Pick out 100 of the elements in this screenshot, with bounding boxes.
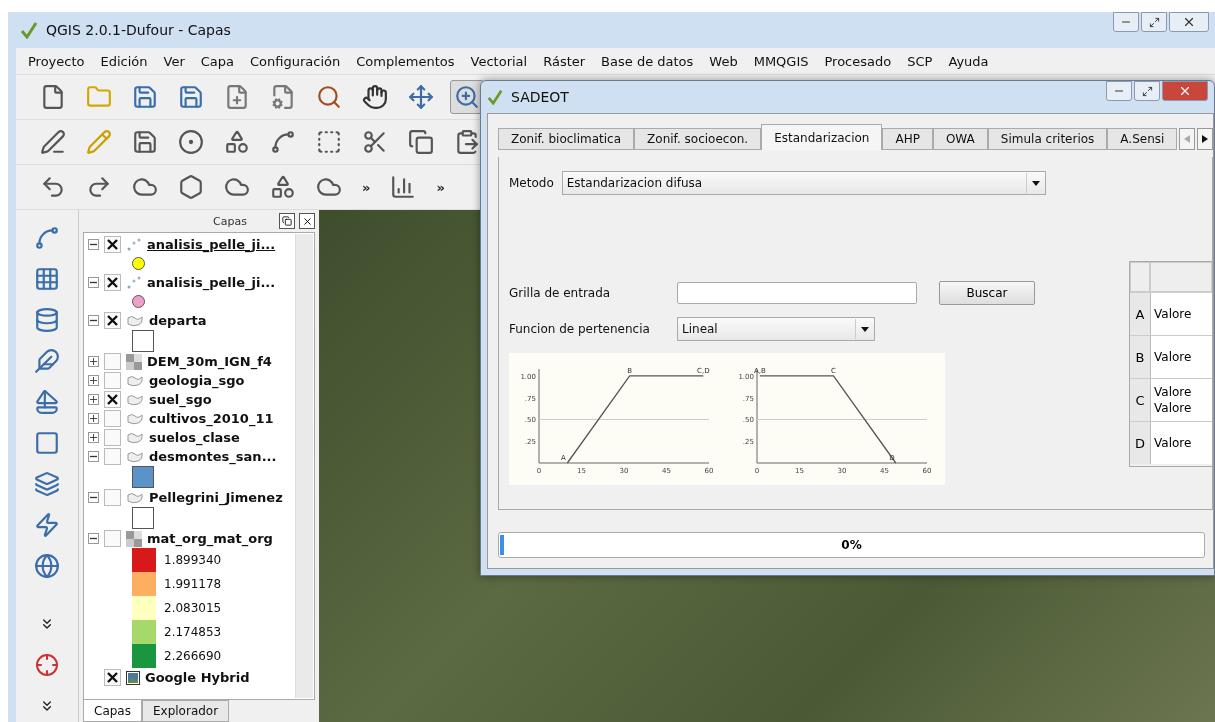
layer-name[interactable]: suel_sgo bbox=[149, 392, 212, 407]
collapse-toggle[interactable] bbox=[88, 239, 99, 250]
layer-name[interactable]: mat_org_mat_org bbox=[147, 531, 273, 546]
layer-name[interactable]: cultivos_2010_11 bbox=[149, 411, 274, 426]
collapse-toggle[interactable] bbox=[88, 492, 99, 503]
expand-toggle[interactable] bbox=[88, 413, 99, 424]
layer-name[interactable]: analisis_pelle_ji... bbox=[147, 275, 276, 290]
crosshair-icon[interactable] bbox=[35, 653, 59, 677]
menu-item[interactable]: MMQGIS bbox=[745, 53, 817, 69]
menu-item[interactable]: Vectorial bbox=[462, 53, 536, 69]
layer-checkbox[interactable] bbox=[104, 489, 121, 506]
plus-icon bbox=[90, 434, 97, 441]
save-as-icon bbox=[178, 84, 204, 110]
window-title: QGIS 2.0.1-Dufour - Capas bbox=[46, 22, 232, 38]
dialog-title: SADEOT bbox=[511, 89, 570, 105]
layer-checkbox[interactable] bbox=[104, 429, 121, 446]
expand-toggle[interactable] bbox=[88, 432, 99, 443]
expand-toggle[interactable] bbox=[88, 375, 99, 386]
caret-icon bbox=[861, 326, 869, 332]
layer-checkbox[interactable] bbox=[104, 372, 121, 389]
menu-item[interactable]: Edición bbox=[92, 53, 156, 69]
menu-item[interactable]: SCP bbox=[899, 53, 941, 69]
raster-layer-icon bbox=[126, 353, 142, 370]
polygon-layer-icon bbox=[126, 374, 144, 387]
layer-name[interactable]: suelos_clase bbox=[149, 430, 240, 445]
class-value: 1.991178 bbox=[164, 577, 222, 591]
float-panel-button[interactable] bbox=[279, 213, 295, 229]
menu-item[interactable]: Ayuda bbox=[940, 53, 997, 69]
image-layer-icon bbox=[126, 670, 140, 685]
tab[interactable]: Simula criterios bbox=[987, 128, 1108, 150]
tab[interactable]: A.Sensi bbox=[1107, 128, 1178, 150]
plus-icon bbox=[90, 396, 97, 403]
polygon-layer-icon bbox=[126, 393, 144, 406]
maximize-icon bbox=[1141, 85, 1153, 97]
tab[interactable]: AHP bbox=[882, 128, 933, 150]
tab[interactable]: Zonif. socioecon. bbox=[634, 128, 762, 150]
layer-checkbox[interactable] bbox=[104, 530, 121, 547]
pan-hand-icon bbox=[362, 84, 388, 110]
layer-name[interactable]: Google Hybrid bbox=[145, 670, 250, 685]
function-select[interactable]: Lineal bbox=[677, 317, 875, 341]
close-panel-button[interactable] bbox=[299, 213, 315, 229]
overflow-button[interactable]: » bbox=[358, 179, 375, 195]
save-icon bbox=[132, 84, 158, 110]
triangle-right-icon bbox=[1202, 135, 1209, 143]
maximize-button[interactable] bbox=[1134, 81, 1160, 101]
collapse-toggle[interactable] bbox=[88, 315, 99, 326]
collapse-toggle[interactable] bbox=[88, 533, 99, 544]
row-header: B bbox=[1130, 336, 1151, 378]
class-value: 1.899340 bbox=[164, 553, 222, 567]
expand-toggle[interactable] bbox=[88, 394, 99, 405]
plus-icon bbox=[90, 415, 97, 422]
panel-tab[interactable]: Capas bbox=[83, 700, 142, 722]
maximize-button[interactable] bbox=[1141, 12, 1167, 32]
input-field[interactable] bbox=[677, 282, 917, 304]
collapse-toggle[interactable] bbox=[88, 451, 99, 462]
row-header: C bbox=[1130, 379, 1151, 421]
collapse-toggle[interactable] bbox=[88, 277, 99, 288]
scroll-right-button[interactable] bbox=[1197, 128, 1213, 150]
menu-item[interactable]: Base de datos bbox=[593, 53, 702, 69]
menu-item[interactable]: Capa bbox=[192, 53, 243, 69]
menu-item[interactable]: Ver bbox=[155, 53, 193, 69]
move-arrows-icon bbox=[408, 84, 434, 110]
plus-icon bbox=[90, 358, 97, 365]
table-cell: Valore bbox=[1151, 293, 1212, 335]
menu-item[interactable]: Proyecto bbox=[20, 53, 93, 69]
layer-checkbox[interactable] bbox=[104, 236, 121, 253]
tab[interactable]: Zonif. bioclimatica bbox=[498, 128, 635, 150]
layer-name[interactable]: departa bbox=[149, 313, 207, 328]
layer-checkbox[interactable] bbox=[104, 274, 121, 291]
polygon-layer-icon bbox=[126, 412, 144, 425]
layer-checkbox[interactable] bbox=[104, 448, 121, 465]
menu-item[interactable]: Ráster bbox=[535, 53, 594, 69]
menu-item[interactable]: Procesado bbox=[816, 53, 900, 69]
scrollbar[interactable] bbox=[295, 234, 313, 698]
raster-layer-icon bbox=[126, 530, 142, 547]
layer-checkbox[interactable] bbox=[104, 410, 121, 427]
menu-item[interactable]: Web bbox=[701, 53, 746, 69]
minimize-button[interactable] bbox=[1106, 81, 1132, 101]
layer-checkbox[interactable] bbox=[104, 669, 121, 686]
menu-item[interactable]: Complementos bbox=[348, 53, 463, 69]
layer-name[interactable]: Pellegrini_Jimenez bbox=[149, 490, 283, 505]
layer-checkbox[interactable] bbox=[104, 391, 121, 408]
layer-name[interactable]: geologia_sgo bbox=[149, 373, 245, 388]
method-select[interactable]: Estandarizacion difusa bbox=[561, 171, 1046, 195]
minimize-button[interactable] bbox=[1113, 12, 1139, 32]
overflow-button[interactable]: » bbox=[432, 179, 449, 195]
panel-tab[interactable]: Explorador bbox=[141, 700, 230, 722]
layer-name[interactable]: DEM_30m_IGN_f4 bbox=[147, 354, 272, 369]
layer-name[interactable]: analisis_pelle_ji... bbox=[147, 237, 276, 252]
tab[interactable]: Estandarizacion bbox=[761, 124, 883, 150]
layer-checkbox[interactable] bbox=[104, 353, 121, 370]
layer-name[interactable]: desmontes_san... bbox=[149, 449, 277, 464]
zoom-in-button[interactable] bbox=[450, 80, 484, 114]
expand-toggle[interactable] bbox=[88, 356, 99, 367]
plugin-logo-icon bbox=[487, 89, 503, 105]
tab[interactable]: OWA bbox=[932, 128, 988, 150]
search-button[interactable]: Buscar bbox=[939, 281, 1035, 305]
menu-item[interactable]: Configuración bbox=[242, 53, 349, 69]
polygon-layer-icon bbox=[126, 314, 144, 327]
layer-checkbox[interactable] bbox=[104, 312, 121, 329]
